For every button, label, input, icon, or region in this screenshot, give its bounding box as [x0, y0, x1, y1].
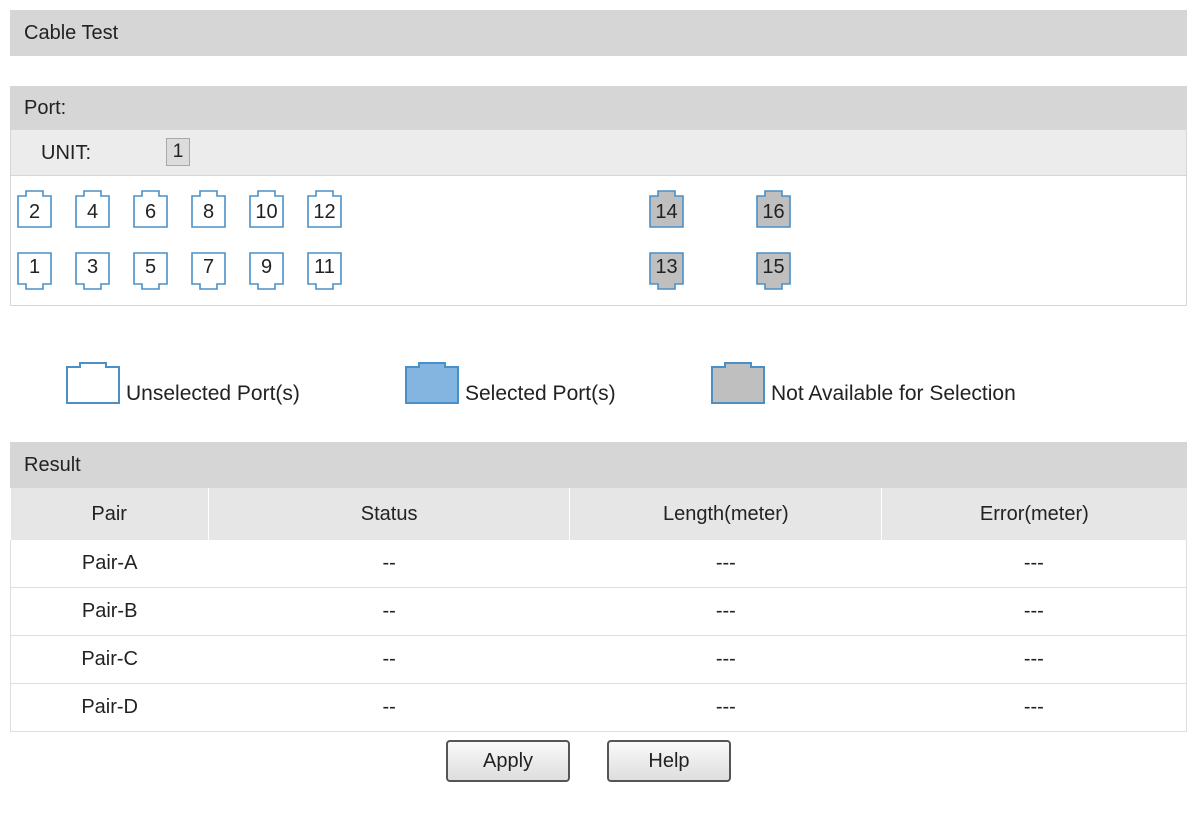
port-number: 15: [762, 256, 785, 278]
port-6[interactable]: 6: [133, 190, 168, 228]
port-number: 2: [28, 201, 41, 223]
port-3[interactable]: 3: [75, 252, 110, 290]
port-number: 6: [144, 201, 157, 223]
port-number: 9: [260, 256, 273, 278]
error-cell: ---: [881, 635, 1187, 684]
port-9[interactable]: 9: [249, 252, 284, 290]
unit-row: UNIT: 1: [10, 130, 1187, 176]
port-14[interactable]: 14: [649, 190, 684, 228]
port-5[interactable]: 5: [133, 252, 168, 290]
table-row: Pair-A -- --- ---: [10, 540, 1187, 588]
selected-port-icon: [405, 362, 459, 404]
length-cell: ---: [569, 587, 882, 636]
length-cell: ---: [569, 540, 882, 588]
error-cell: ---: [881, 587, 1187, 636]
length-cell: ---: [569, 683, 882, 732]
apply-button[interactable]: Apply: [446, 740, 570, 782]
result-table: Pair Status Length(meter) Error(meter) P…: [10, 488, 1187, 732]
table-row: Pair-D -- --- ---: [10, 683, 1187, 732]
result-section-title: Result: [24, 454, 81, 476]
port-section-title: Port:: [24, 97, 67, 119]
unit-1-button[interactable]: 1: [166, 138, 190, 166]
page-title-bar: Cable Test: [10, 10, 1187, 56]
column-header-length: Length(meter): [569, 488, 883, 540]
pair-cell: Pair-D: [10, 683, 209, 732]
port-number: 3: [86, 256, 99, 278]
port-panel: 2 4 6 8 10 12 14 16 1 3 5 7 9 11 13 15: [10, 176, 1187, 306]
error-cell: ---: [881, 540, 1187, 588]
port-number: 5: [144, 256, 157, 278]
pair-cell: Pair-C: [10, 635, 209, 684]
column-header-pair: Pair: [10, 488, 209, 540]
length-cell: ---: [569, 635, 882, 684]
port-2[interactable]: 2: [17, 190, 52, 228]
port-number: 10: [255, 201, 278, 223]
unit-label: UNIT:: [41, 142, 91, 164]
port-7[interactable]: 7: [191, 252, 226, 290]
port-number: 16: [762, 201, 785, 223]
unselected-port-icon: [66, 362, 120, 404]
port-15[interactable]: 15: [756, 252, 791, 290]
port-4[interactable]: 4: [75, 190, 110, 228]
table-row: Pair-B -- --- ---: [10, 587, 1187, 636]
status-cell: --: [208, 635, 570, 684]
port-11[interactable]: 11: [307, 252, 342, 290]
page-title: Cable Test: [24, 22, 119, 44]
result-table-header-row: Pair Status Length(meter) Error(meter): [10, 488, 1187, 540]
port-8[interactable]: 8: [191, 190, 226, 228]
port-number: 8: [202, 201, 215, 223]
port-number: 4: [86, 201, 99, 223]
pair-cell: Pair-B: [10, 587, 209, 636]
port-number: 14: [655, 201, 678, 223]
port-number: 11: [314, 256, 335, 278]
error-cell: ---: [881, 683, 1187, 732]
port-number: 7: [202, 256, 215, 278]
pair-cell: Pair-A: [10, 540, 209, 588]
column-header-status: Status: [208, 488, 571, 540]
port-1[interactable]: 1: [17, 252, 52, 290]
help-button[interactable]: Help: [607, 740, 731, 782]
column-header-error: Error(meter): [881, 488, 1187, 540]
port-10[interactable]: 10: [249, 190, 284, 228]
port-16[interactable]: 16: [756, 190, 791, 228]
status-cell: --: [208, 540, 570, 588]
legend-selected-label: Selected Port(s): [465, 382, 616, 405]
not-available-port-icon: [711, 362, 765, 404]
table-row: Pair-C -- --- ---: [10, 635, 1187, 684]
result-section-header: Result: [10, 442, 1187, 488]
port-13[interactable]: 13: [649, 252, 684, 290]
port-12[interactable]: 12: [307, 190, 342, 228]
port-number: 1: [28, 256, 41, 278]
status-cell: --: [208, 683, 570, 732]
port-number: 12: [313, 201, 336, 223]
status-cell: --: [208, 587, 570, 636]
legend-unselected-label: Unselected Port(s): [126, 382, 300, 405]
legend-not-available-label: Not Available for Selection: [771, 382, 1016, 405]
port-number: 13: [655, 256, 678, 278]
port-section-header: Port:: [10, 86, 1187, 130]
